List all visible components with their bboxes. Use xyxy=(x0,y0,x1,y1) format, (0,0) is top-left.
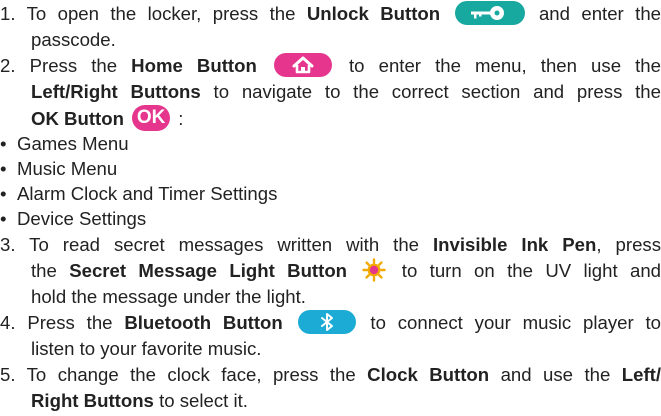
key-icon xyxy=(470,6,504,21)
home-button xyxy=(273,53,332,78)
item-1-line-1: 1. To open the locker, press the Unlock … xyxy=(0,1,661,26)
bluetooth-icon xyxy=(320,313,333,332)
uv-light-icon xyxy=(362,258,387,282)
item-2-line-1: 2. Press the Home Button to enter the me… xyxy=(0,53,661,78)
unlock-button-label: Unlock Button xyxy=(306,3,441,24)
bluetooth-button xyxy=(297,310,356,335)
list-item: • Music Menu xyxy=(0,158,118,179)
unlock-button xyxy=(454,1,525,26)
home-button-label: Home Button xyxy=(131,55,257,76)
item-3-line-3: hold the message under the light. xyxy=(31,286,306,307)
item-2-line-3: OK Button OK : xyxy=(0,105,661,132)
item-3-line-1: 3. To read secret messages written with … xyxy=(0,234,661,255)
ok-button: OK xyxy=(132,105,171,132)
home-icon xyxy=(292,56,314,74)
item-1-text: 1. To open the locker, press the xyxy=(0,3,307,24)
item-5-line-1: 5. To change the clock face, press the C… xyxy=(0,364,661,385)
list-item: • Alarm Clock and Timer Settings xyxy=(0,183,278,204)
item-4-line-1: 4. Press the Bluetooth Button to connect… xyxy=(0,310,661,335)
item-3-line-2: the Secret Message Light Button to turn … xyxy=(31,258,661,282)
item-2-line-2: Left/Right Buttons to navigate to the co… xyxy=(31,81,661,102)
item-5-line-2: Right Buttons to select it. xyxy=(31,390,248,411)
clock-button-label: Clock Button xyxy=(367,364,490,385)
list-item: • Games Menu xyxy=(0,133,129,154)
list-item: • Device Settings xyxy=(0,208,147,229)
secret-message-button-label: Secret Message Light Button xyxy=(69,260,348,281)
bluetooth-button-label: Bluetooth Button xyxy=(124,312,283,333)
item-4-line-2: listen to your favorite music. xyxy=(31,338,262,359)
item-1-line-2: passcode. xyxy=(31,29,116,50)
instruction-document: 1. To open the locker, press the Unlock … xyxy=(0,0,661,416)
ok-button-label: OK Button xyxy=(31,108,124,129)
